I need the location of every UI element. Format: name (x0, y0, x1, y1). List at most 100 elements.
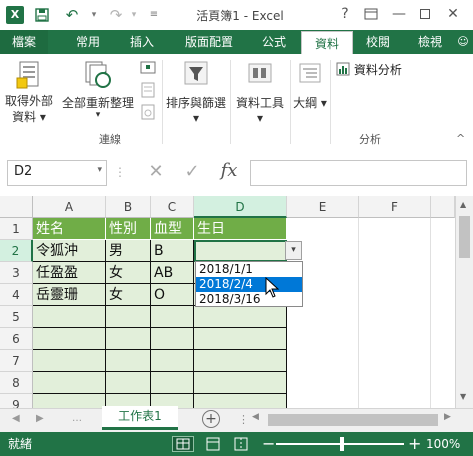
tab-data[interactable]: 資料 (301, 31, 353, 55)
zoom-slider-thumb[interactable] (340, 437, 344, 451)
sort-filter-button[interactable]: 排序與篩選 ▾ (164, 58, 228, 125)
row-header-7[interactable]: 7 (0, 350, 33, 372)
cell-b1[interactable]: 性別 (106, 218, 151, 240)
undo-icon[interactable]: ↶ (62, 5, 82, 25)
filter-icon (184, 61, 208, 85)
table-cell[interactable] (106, 350, 151, 372)
redo-dropdown-icon: ▾ (131, 10, 137, 20)
table-cell[interactable] (194, 350, 287, 372)
table-cell[interactable] (194, 306, 287, 328)
horizontal-scrollbar-thumb[interactable] (268, 414, 438, 426)
zoom-level[interactable]: 100% (426, 432, 460, 456)
help-icon[interactable]: ? (334, 4, 356, 24)
cell-d1[interactable]: 生日 (194, 218, 287, 240)
sheet-overflow-icon[interactable]: … (72, 413, 82, 424)
cell-c1[interactable]: 血型 (151, 218, 194, 240)
column-header-c[interactable]: C (151, 196, 194, 218)
tab-page-layout[interactable]: 版面配置 (170, 30, 248, 54)
table-cell[interactable] (33, 372, 106, 394)
name-box[interactable]: D2 ▾ (7, 160, 107, 186)
tab-home[interactable]: 常用 (64, 30, 112, 54)
table-cell[interactable] (33, 306, 106, 328)
column-header-d[interactable]: D (194, 196, 287, 218)
table-cell[interactable] (151, 350, 194, 372)
cell-c3[interactable]: AB (151, 262, 194, 284)
tab-view[interactable]: 檢視 (406, 30, 454, 54)
data-tools-icon (248, 63, 272, 83)
row-header-8[interactable]: 8 (0, 372, 33, 394)
ribbon-display-icon[interactable] (360, 4, 382, 24)
table-cell[interactable] (151, 328, 194, 350)
column-header-g[interactable] (431, 196, 455, 218)
close-icon[interactable]: ✕ (442, 4, 464, 24)
dropdown-option-selected[interactable]: 2018/2/4 (196, 277, 302, 292)
select-all-corner[interactable] (0, 196, 33, 218)
cell-b4[interactable]: 女 (106, 284, 151, 306)
hscroll-left-icon[interactable]: ◀ (252, 412, 259, 422)
cell-c4[interactable]: O (151, 284, 194, 306)
dropdown-option[interactable]: 2018/1/1 (196, 262, 302, 277)
tab-split-icon[interactable]: ⋮ (238, 413, 249, 426)
cell-a1[interactable]: 姓名 (33, 218, 106, 240)
cell-c2[interactable]: B (151, 240, 194, 262)
maximize-icon[interactable] (414, 4, 436, 24)
table-cell[interactable] (106, 328, 151, 350)
cell-a3[interactable]: 任盈盈 (33, 262, 106, 284)
formula-input[interactable] (250, 160, 467, 186)
account-icon[interactable]: ☺ (456, 30, 470, 54)
connections-icon[interactable] (140, 60, 156, 76)
column-header-f[interactable]: F (359, 196, 431, 218)
validation-dropdown-button[interactable]: ▾ (285, 241, 302, 260)
cell-d2[interactable] (194, 240, 287, 262)
data-tools-button[interactable]: 資料工具 ▾ (232, 58, 288, 125)
cell-a2[interactable]: 令狐沖 (33, 240, 106, 262)
row-header-1[interactable]: 1 (0, 218, 33, 240)
row-header-6[interactable]: 6 (0, 328, 33, 350)
sheet-tab-active[interactable]: 工作表1 (102, 406, 178, 430)
tab-file[interactable]: 檔案 (0, 30, 48, 54)
zoom-out-icon[interactable]: − (262, 432, 275, 456)
insert-function-icon[interactable]: fx (214, 158, 244, 184)
row-header-3[interactable]: 3 (0, 262, 33, 284)
add-sheet-icon[interactable]: + (202, 410, 220, 428)
sheet-scroll-right-icon[interactable]: ▶ (36, 413, 44, 424)
get-external-data-button[interactable]: 取得外部 資料 ▾ (4, 58, 54, 124)
cell-a4[interactable]: 岳靈珊 (33, 284, 106, 306)
name-box-dropdown-icon[interactable]: ▾ (97, 165, 102, 175)
table-cell[interactable] (151, 306, 194, 328)
column-header-b[interactable]: B (106, 196, 151, 218)
dropdown-option[interactable]: 2018/3/16 (196, 292, 302, 307)
zoom-in-icon[interactable]: + (408, 432, 421, 456)
vertical-scrollbar[interactable]: ▲ ▼ (455, 196, 473, 408)
refresh-all-button[interactable]: 全部重新整理 ▾ (60, 58, 136, 124)
row-header-4[interactable]: 4 (0, 284, 33, 306)
table-cell[interactable] (33, 350, 106, 372)
table-cell[interactable] (194, 328, 287, 350)
cell-b2[interactable]: 男 (106, 240, 151, 262)
table-cell[interactable] (33, 328, 106, 350)
normal-view-icon[interactable] (172, 436, 194, 452)
table-cell[interactable] (151, 372, 194, 394)
hscroll-right-icon[interactable]: ▶ (444, 412, 451, 422)
sheet-scroll-left-icon[interactable]: ◀ (12, 413, 20, 424)
tab-insert[interactable]: 插入 (118, 30, 166, 54)
undo-dropdown-icon[interactable]: ▾ (84, 5, 104, 25)
column-header-a[interactable]: A (33, 196, 106, 218)
outline-button[interactable]: 大綱 ▾ (292, 58, 328, 124)
column-header-e[interactable]: E (287, 196, 359, 218)
collapse-ribbon-icon[interactable]: ^ (456, 132, 465, 145)
page-layout-view-icon[interactable] (204, 437, 222, 451)
tab-review[interactable]: 校閱 (354, 30, 402, 54)
tab-formulas[interactable]: 公式 (250, 30, 298, 54)
save-icon[interactable] (32, 5, 52, 25)
data-analysis-button[interactable]: 資料分析 (336, 61, 426, 79)
table-cell[interactable] (194, 372, 287, 394)
row-header-5[interactable]: 5 (0, 306, 33, 328)
external-data-icon (16, 61, 39, 89)
cell-b3[interactable]: 女 (106, 262, 151, 284)
table-cell[interactable] (106, 372, 151, 394)
page-break-view-icon[interactable] (232, 437, 250, 451)
minimize-icon[interactable]: — (388, 4, 410, 24)
table-cell[interactable] (106, 306, 151, 328)
row-header-2[interactable]: 2 (0, 240, 33, 262)
